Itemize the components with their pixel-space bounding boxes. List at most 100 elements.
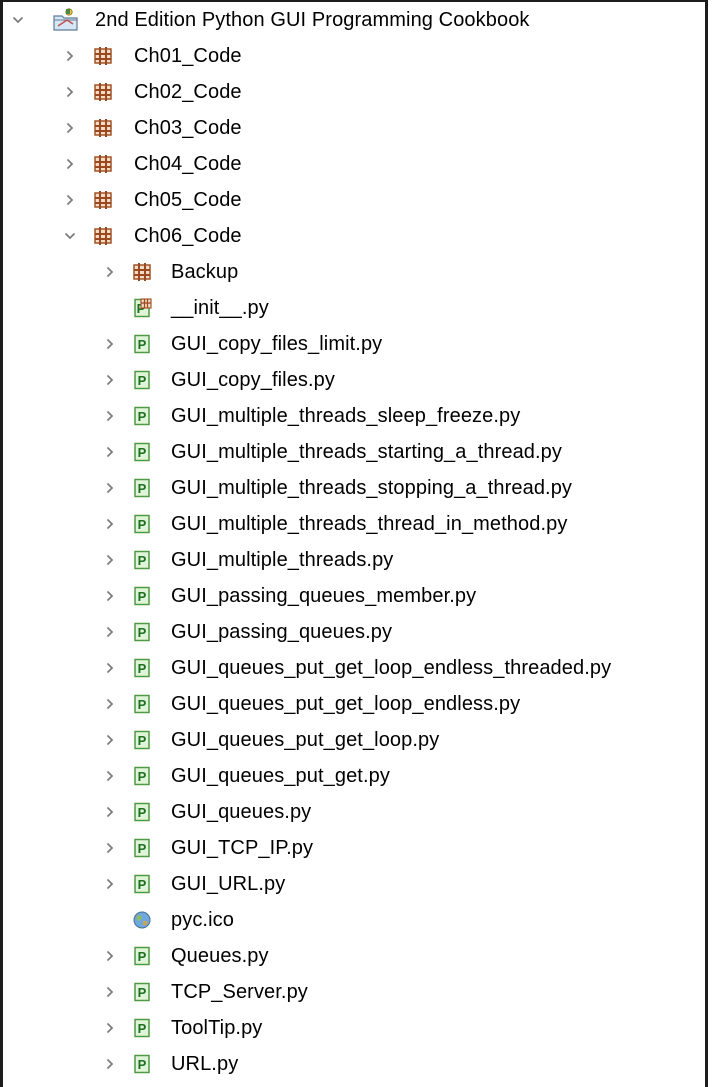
chevron-right-icon[interactable]: [100, 1046, 120, 1082]
chevron-right-icon[interactable]: [100, 434, 120, 470]
package-node-label: Ch06_Code: [134, 224, 242, 247]
chevron-right-icon[interactable]: [100, 686, 120, 722]
chevron-right-icon[interactable]: [100, 542, 120, 578]
package-icon: [92, 38, 114, 74]
file-node[interactable]: P GUI_TCP_IP.py: [3, 830, 705, 866]
package-node[interactable]: Backup: [3, 254, 705, 290]
package-node[interactable]: Ch02_Code: [3, 74, 705, 110]
package-icon: [92, 146, 114, 182]
file-node[interactable]: P GUI_passing_queues_member.py: [3, 578, 705, 614]
chevron-right-icon[interactable]: [60, 74, 80, 110]
package-node-label: Ch02_Code: [134, 80, 242, 103]
package-node-label: Ch03_Code: [134, 116, 242, 139]
chevron-right-icon[interactable]: [100, 254, 120, 290]
python-file-icon: P: [131, 614, 153, 650]
file-node-label: Queues.py: [171, 944, 269, 967]
python-file-icon: P: [131, 1046, 153, 1082]
file-node[interactable]: P GUI_queues_put_get.py: [3, 758, 705, 794]
python-file-icon: P: [131, 758, 153, 794]
file-node[interactable]: P GUI_queues_put_get_loop_endless_thread…: [3, 650, 705, 686]
chevron-right-icon[interactable]: [100, 866, 120, 902]
python-file-icon: P: [131, 722, 153, 758]
package-node[interactable]: Ch05_Code: [3, 182, 705, 218]
project-node-label: 2nd Edition Python GUI Programming Cookb…: [95, 8, 530, 31]
svg-text:P: P: [138, 553, 147, 568]
file-node-label: GUI_multiple_threads_starting_a_thread.p…: [171, 440, 562, 463]
svg-text:P: P: [138, 1057, 147, 1072]
chevron-right-icon[interactable]: [100, 398, 120, 434]
chevron-right-icon[interactable]: [100, 830, 120, 866]
file-node[interactable]: P GUI_multiple_threads_thread_in_method.…: [3, 506, 705, 542]
package-node[interactable]: Ch01_Code: [3, 38, 705, 74]
chevron-right-icon[interactable]: [100, 938, 120, 974]
svg-text:P: P: [138, 337, 147, 352]
package-node-label: Ch05_Code: [134, 188, 242, 211]
file-node[interactable]: P GUI_queues_put_get_loop.py: [3, 722, 705, 758]
chevron-right-icon[interactable]: [100, 614, 120, 650]
chevron-right-icon[interactable]: [100, 470, 120, 506]
svg-text:P: P: [138, 769, 147, 784]
file-node[interactable]: P ToolTip.py: [3, 1010, 705, 1046]
package-icon: [131, 254, 153, 290]
svg-text:P: P: [138, 985, 147, 1000]
project-explorer-tree: 2nd Edition Python GUI Programming Cookb…: [0, 0, 708, 1087]
file-node[interactable]: P GUI_copy_files_limit.py: [3, 326, 705, 362]
chevron-right-icon[interactable]: [60, 38, 80, 74]
file-node-label: GUI_queues_put_get_loop_endless_threaded…: [171, 656, 612, 679]
chevron-right-icon[interactable]: [60, 182, 80, 218]
svg-text:P: P: [138, 841, 147, 856]
chevron-right-icon[interactable]: [100, 722, 120, 758]
file-node[interactable]: P TCP_Server.py: [3, 974, 705, 1010]
file-node[interactable]: P GUI_queues_put_get_loop_endless.py: [3, 686, 705, 722]
file-node[interactable]: P GUI_URL.py: [3, 866, 705, 902]
svg-text:P: P: [138, 661, 147, 676]
file-node[interactable]: P GUI_passing_queues.py: [3, 614, 705, 650]
chevron-right-icon[interactable]: [100, 1010, 120, 1046]
chevron-right-icon[interactable]: [100, 758, 120, 794]
file-node[interactable]: P Queues.py: [3, 938, 705, 974]
file-node[interactable]: P __init__.py: [3, 290, 705, 326]
svg-text:P: P: [138, 445, 147, 460]
file-node-label: GUI_multiple_threads_sleep_freeze.py: [171, 404, 521, 427]
file-node[interactable]: pyc.ico: [3, 902, 705, 938]
python-file-icon: P: [131, 470, 153, 506]
file-node-label: ToolTip.py: [171, 1016, 263, 1039]
svg-text:P: P: [138, 373, 147, 388]
file-node[interactable]: P GUI_copy_files.py: [3, 362, 705, 398]
package-node[interactable]: Ch03_Code: [3, 110, 705, 146]
python-file-icon: P: [131, 794, 153, 830]
chevron-down-icon[interactable]: [60, 218, 80, 254]
python-file-icon: P: [131, 398, 153, 434]
package-node-label: Backup: [171, 260, 239, 283]
file-node-label: GUI_passing_queues_member.py: [171, 584, 477, 607]
file-node[interactable]: P GUI_queues.py: [3, 794, 705, 830]
svg-text:P: P: [138, 697, 147, 712]
file-node[interactable]: P URL.py: [3, 1046, 705, 1082]
file-node[interactable]: P GUI_multiple_threads_sleep_freeze.py: [3, 398, 705, 434]
file-node-label: __init__.py: [171, 296, 269, 319]
chevron-right-icon[interactable]: [100, 578, 120, 614]
file-node-label: pyc.ico: [171, 908, 234, 931]
chevron-right-icon[interactable]: [100, 794, 120, 830]
chevron-right-icon[interactable]: [100, 974, 120, 1010]
file-node[interactable]: P GUI_multiple_threads_stopping_a_thread…: [3, 470, 705, 506]
chevron-right-icon[interactable]: [60, 146, 80, 182]
file-node[interactable]: P GUI_multiple_threads.py: [3, 542, 705, 578]
chevron-right-icon[interactable]: [100, 362, 120, 398]
chevron-right-icon[interactable]: [60, 110, 80, 146]
file-node-label: GUI_multiple_threads_stopping_a_thread.p…: [171, 476, 573, 499]
package-icon: [92, 110, 114, 146]
chevron-right-icon[interactable]: [100, 326, 120, 362]
package-node[interactable]: Ch06_Code: [3, 218, 705, 254]
package-node[interactable]: Ch04_Code: [3, 146, 705, 182]
project-node[interactable]: 2nd Edition Python GUI Programming Cookb…: [3, 2, 705, 38]
file-node-label: TCP_Server.py: [171, 980, 308, 1003]
file-node-label: GUI_passing_queues.py: [171, 620, 393, 643]
file-node[interactable]: P GUI_multiple_threads_starting_a_thread…: [3, 434, 705, 470]
file-node-label: GUI_queues_put_get_loop_endless.py: [171, 692, 521, 715]
chevron-down-icon[interactable]: [8, 2, 28, 38]
chevron-right-icon[interactable]: [100, 650, 120, 686]
chevron-right-icon[interactable]: [100, 506, 120, 542]
file-node-label: GUI_copy_files.py: [171, 368, 335, 391]
python-file-icon: P: [131, 1010, 153, 1046]
